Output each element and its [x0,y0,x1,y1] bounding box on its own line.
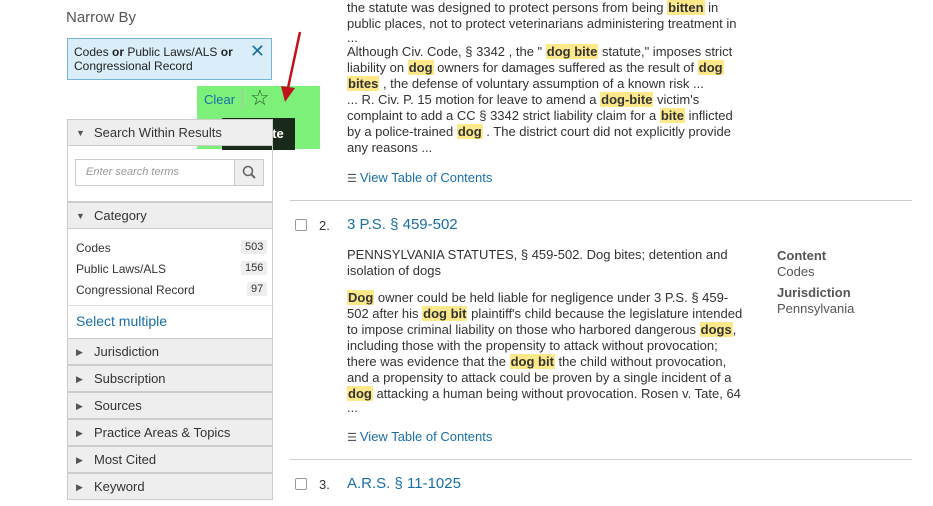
result-divider [290,459,912,460]
result-2-snippet: Dog owner could be held liable for negli… [347,290,743,415]
result-checkbox[interactable] [295,219,307,231]
expand-triangle-icon: ▶ [76,374,83,384]
meta-content-value: Codes [777,264,815,279]
meta-content-label: Content [777,248,827,263]
search-button[interactable] [234,160,263,185]
search-icon [242,165,256,179]
facet-jurisdiction[interactable]: ▶ Jurisdiction [67,338,273,365]
meta-jurisdiction-label: Jurisdiction [777,285,851,300]
category-count: 503 [241,240,268,254]
category-item-public-laws[interactable]: Public Laws/ALS [76,262,166,276]
divider [242,89,243,109]
result-title-link[interactable]: 3 P.S. § 459-502 [347,216,458,233]
result-number: 2. [319,218,330,233]
result-2-summary: PENNSYLVANIA STATUTES, § 459-502. Dog bi… [347,247,728,278]
facet-sources[interactable]: ▶ Sources [67,392,273,419]
divider [67,305,273,306]
category-header[interactable]: ▼ Category [67,202,273,229]
favorite-star-icon[interactable]: ☆ [250,86,270,110]
view-toc-link[interactable]: ☰ View Table of Contents [347,170,492,185]
active-filter-text: Codes or Public Laws/ALS or Congressiona… [74,45,233,73]
category-item-codes[interactable]: Codes [76,241,111,255]
facet-most-cited[interactable]: ▶ Most Cited [67,446,273,473]
list-icon: ☰ [347,432,357,444]
result-checkbox[interactable] [295,478,307,490]
expand-triangle-icon: ▶ [76,482,83,492]
search-within-input[interactable]: Enter search terms [75,159,264,186]
facet-practice-areas[interactable]: ▶ Practice Areas & Topics [67,419,273,446]
category-count: 97 [247,282,268,296]
result-divider [290,200,912,201]
result-1-snippet: the statute was designed to protect pers… [347,0,737,155]
select-multiple-link[interactable]: Select multiple [76,313,167,329]
annotation-arrow-icon [281,31,302,102]
list-icon: ☰ [347,173,357,185]
meta-jurisdiction-value: Pennsylvania [777,301,855,316]
expand-triangle-icon: ▶ [76,455,83,465]
category-item-congressional-record[interactable]: Congressional Record [76,283,195,297]
result-title-link[interactable]: A.R.S. § 11-1025 [347,475,461,492]
result-number: 3. [319,477,330,492]
active-filter-chip: Codes or Public Laws/ALS or Congressiona… [67,38,272,80]
clear-filters-link[interactable]: Clear [204,92,235,107]
facet-keyword[interactable]: ▶ Keyword [67,473,273,500]
remove-filter-icon[interactable]: ✕ [250,42,265,60]
narrow-by-title: Narrow By [66,9,137,26]
collapse-triangle-icon: ▼ [76,128,85,138]
category-count: 156 [241,261,268,275]
collapse-triangle-icon: ▼ [76,211,85,221]
expand-triangle-icon: ▶ [76,428,83,438]
view-toc-link[interactable]: ☰ View Table of Contents [347,429,492,444]
expand-triangle-icon: ▶ [76,401,83,411]
expand-triangle-icon: ▶ [76,347,83,357]
facet-subscription[interactable]: ▶ Subscription [67,365,273,392]
search-within-header[interactable]: ▼ Search Within Results [67,119,273,146]
